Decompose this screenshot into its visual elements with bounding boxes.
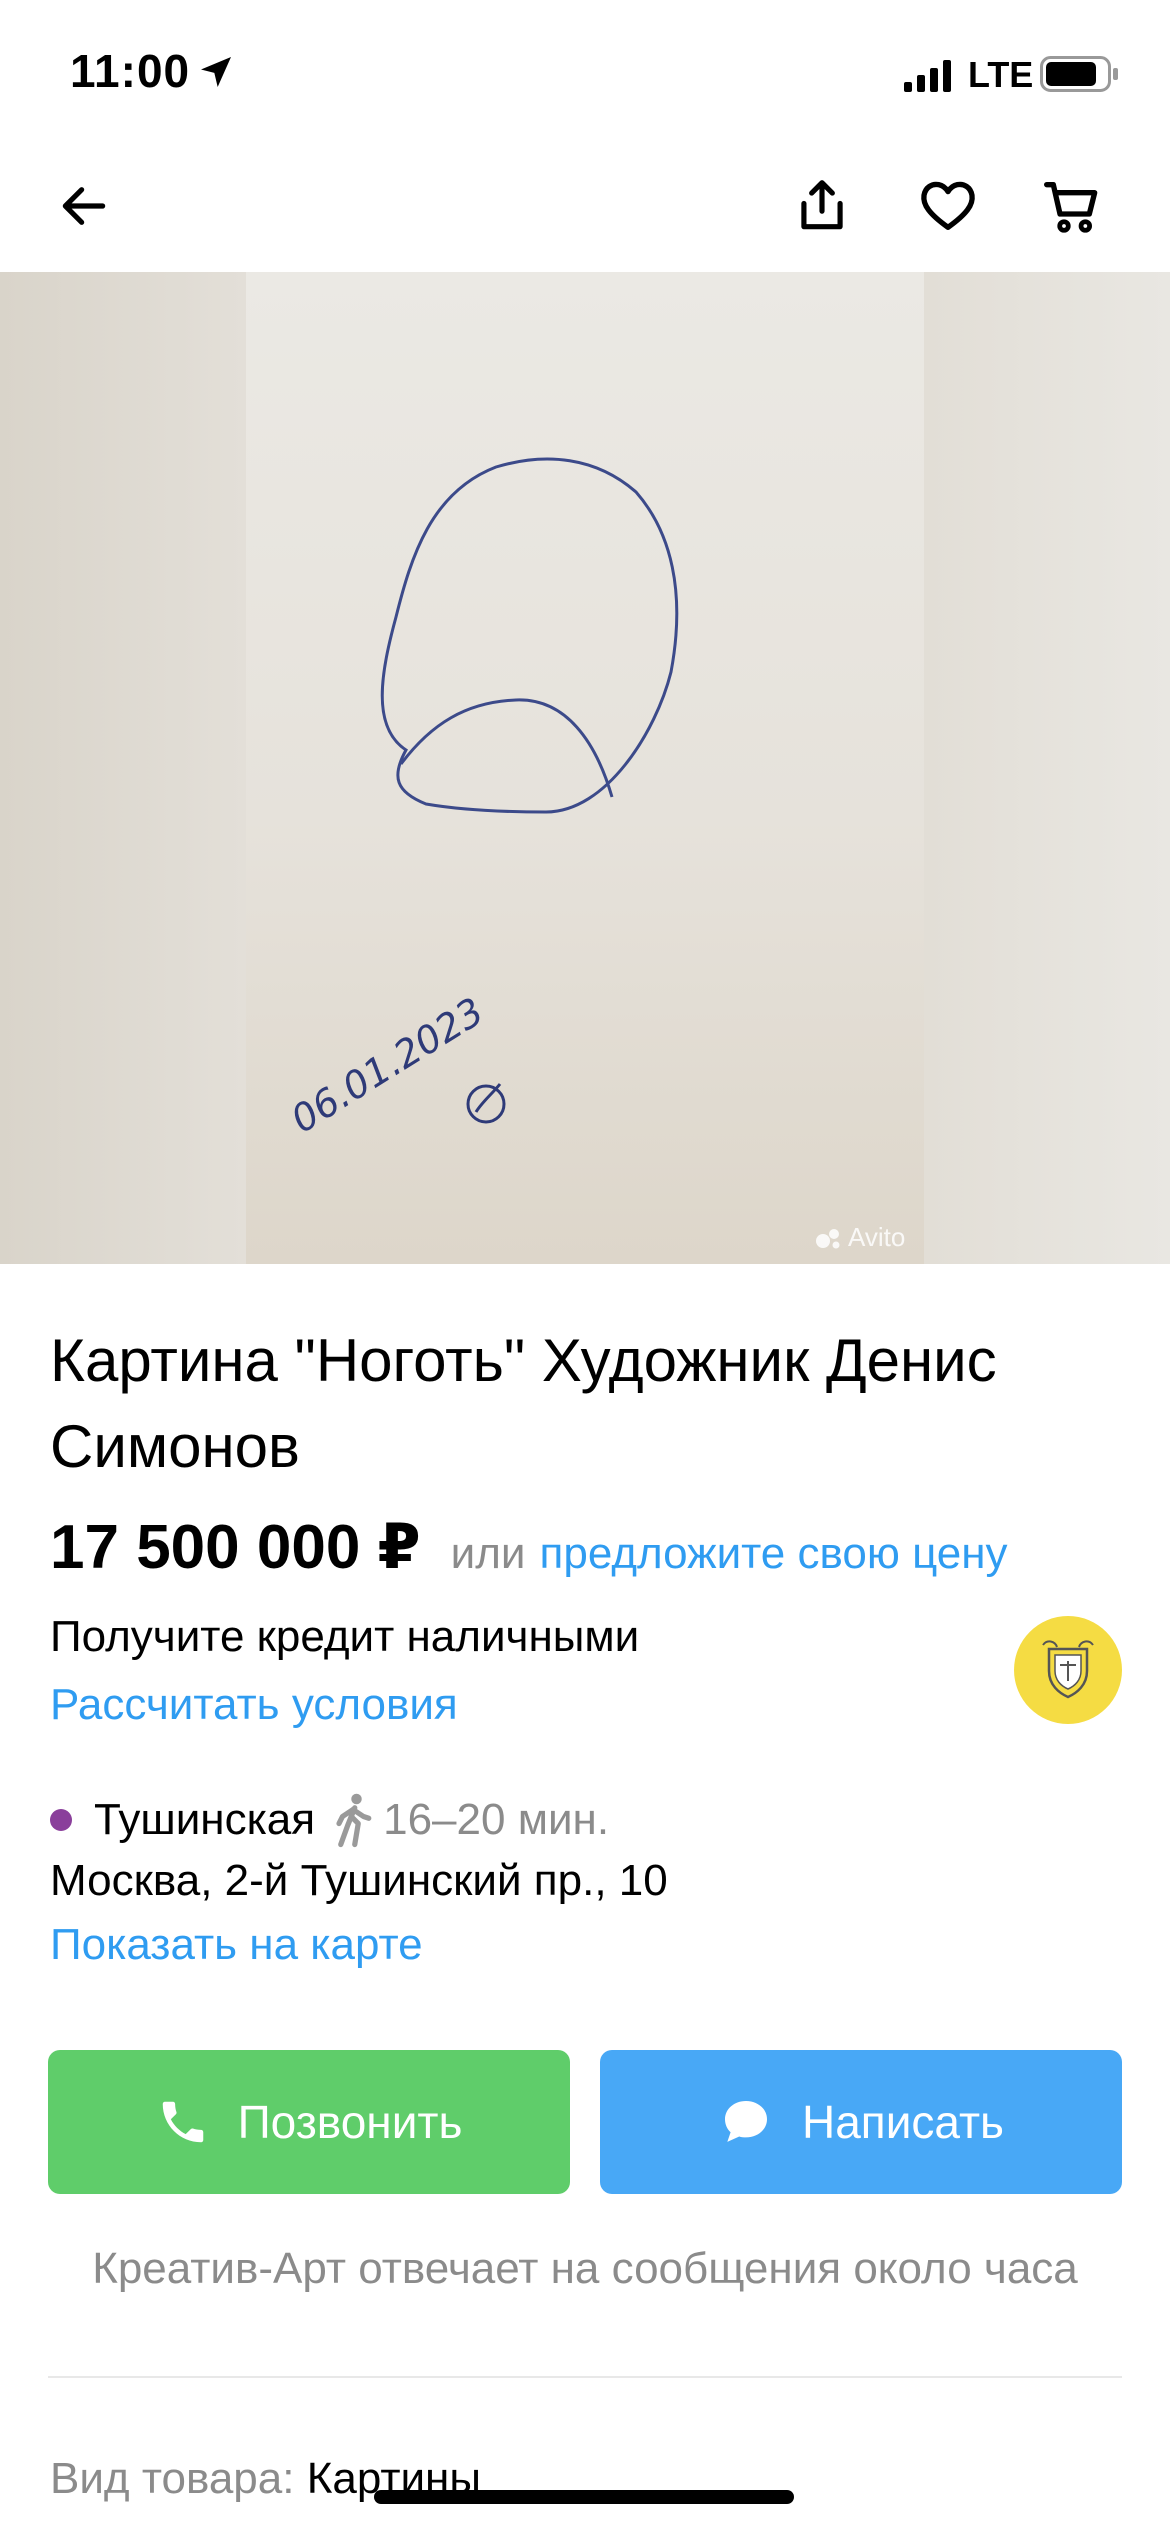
status-time: 11:00: [70, 45, 191, 97]
back-arrow-icon: [62, 187, 106, 225]
bank-emblem-icon: [1042, 1640, 1094, 1699]
battery-icon: [1040, 56, 1118, 92]
network-label: LTE: [968, 54, 1034, 95]
photo-background-left: [0, 272, 246, 1264]
price: 17 500 000 ₽: [50, 1513, 421, 1582]
cart-button[interactable]: [1032, 166, 1112, 246]
seller-reply-note: Креатив-Арт отвечает на сообщения около …: [92, 2244, 1078, 2293]
write-button-label: Написать: [801, 2096, 1004, 2148]
handwritten-date: 06.01.2023: [283, 989, 491, 1142]
metro-station: Тушинская: [94, 1795, 316, 1844]
listing-photo[interactable]: 06.01.2023 Avito: [0, 272, 1170, 1264]
listing-title: Картина "Ноготь" Художник Денис Симонов: [50, 1327, 997, 1480]
metro-row: Тушинская 16–20 мин.: [50, 1790, 609, 1850]
walk-time: 16–20 мин.: [383, 1795, 610, 1844]
metro-line-dot: [50, 1809, 72, 1831]
phone-icon: [162, 2101, 203, 2143]
watermark-text: Avito: [848, 1222, 906, 1252]
offer-price-link[interactable]: предложите свою цену: [540, 1529, 1008, 1579]
home-indicator[interactable]: [374, 2490, 794, 2504]
cart-icon: [1044, 182, 1098, 233]
bank-logo[interactable]: [1014, 1616, 1122, 1724]
photo-background-right: [924, 272, 1170, 1264]
nav-bar: [0, 140, 1170, 272]
share-icon: [801, 180, 843, 230]
location-arrow-icon: [201, 57, 231, 87]
show-on-map-link[interactable]: Показать на карте: [50, 1920, 423, 1970]
price-or-text: или: [450, 1529, 526, 1578]
calculate-credit-link[interactable]: Рассчитать условия: [50, 1680, 458, 1730]
heart-icon: [921, 181, 975, 230]
share-button[interactable]: [782, 166, 862, 246]
signal-icon: [904, 60, 951, 92]
credit-text: Получите кредит наличными: [50, 1612, 640, 1661]
chat-bubble-icon: [724, 2101, 767, 2142]
call-button-label: Позвонить: [237, 2096, 463, 2148]
divider: [48, 2376, 1122, 2378]
status-bar: 11:00 LTE: [0, 0, 1170, 140]
call-button[interactable]: Позвонить: [48, 2050, 570, 2194]
avito-logo-icon: [816, 1228, 840, 1248]
write-button[interactable]: Написать: [600, 2050, 1122, 2194]
favorite-button[interactable]: [908, 166, 988, 246]
artwork-drawing: 06.01.2023: [283, 457, 679, 1142]
address: Москва, 2-й Тушинский пр., 10: [50, 1856, 668, 1905]
walking-icon: [336, 1793, 372, 1848]
price-row: 17 500 000 ₽ или предложите свою цену: [50, 1510, 1008, 1582]
avito-watermark: Avito: [814, 1222, 905, 1253]
param-label: Вид товара:: [50, 2454, 295, 2503]
artist-signature-icon: [466, 1083, 506, 1124]
back-button[interactable]: [44, 166, 124, 246]
